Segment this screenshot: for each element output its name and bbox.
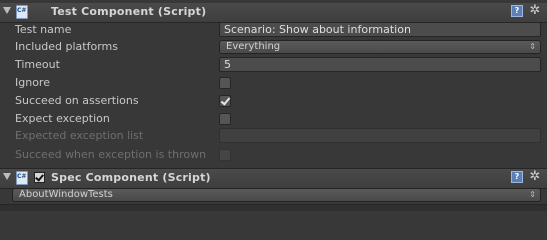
included-platforms-dropdown[interactable]: Everything ⇕ [219,40,541,54]
inspector-bottom-bar [0,204,547,211]
expected-exception-list-row: Expected exception list [0,127,547,145]
component-enabled-checkbox[interactable] [34,172,45,183]
help-icon[interactable]: ? [511,171,523,183]
dropdown-arrows-icon: ⇕ [529,190,536,199]
timeout-label: Timeout [15,58,60,71]
foldout-arrow-icon[interactable] [3,173,11,180]
expect-exception-checkbox[interactable] [219,113,231,125]
spec-selector-value: AboutWindowTests [19,189,113,200]
gear-icon[interactable]: ✲ [527,169,543,185]
help-icon[interactable]: ? [511,5,523,17]
succeed-on-assertions-row: Succeed on assertions [0,92,547,110]
succeed-on-assertions-label: Succeed on assertions [15,94,139,107]
spec-selector-dropdown[interactable]: AboutWindowTests ⇕ [12,188,541,202]
timeout-field[interactable]: 5 [219,57,541,72]
succeed-when-exception-thrown-checkbox [219,149,231,161]
succeed-when-exception-thrown-row: Succeed when exception is thrown [0,146,547,164]
expect-exception-row: Expect exception [0,110,547,128]
test-component-title: Test Component (Script) [51,5,207,18]
included-platforms-row: Included platforms Everything ⇕ [0,38,547,56]
test-component-header[interactable]: Test Component (Script) ? ✲ [0,3,547,23]
timeout-row: Timeout 5 [0,56,547,74]
ignore-row: Ignore [0,74,547,92]
expected-exception-list-label: Expected exception list [15,129,144,142]
csharp-script-icon [16,5,28,19]
expect-exception-label: Expect exception [15,112,110,125]
succeed-when-exception-thrown-label: Succeed when exception is thrown [15,148,207,161]
succeed-on-assertions-checkbox[interactable] [219,95,231,107]
test-name-row: Test name Scenario: Show about informati… [0,21,547,39]
foldout-arrow-icon[interactable] [3,7,11,14]
test-name-field[interactable]: Scenario: Show about information [219,22,541,37]
ignore-checkbox[interactable] [219,77,231,89]
test-name-label: Test name [15,23,72,36]
dropdown-arrows-icon: ⇕ [529,42,536,51]
expected-exception-list-field [219,128,541,143]
included-platforms-value: Everything [226,41,281,52]
csharp-script-icon [16,171,28,185]
gear-icon[interactable]: ✲ [527,3,543,19]
spec-component-title: Spec Component (Script) [51,171,211,184]
included-platforms-label: Included platforms [15,40,118,53]
spec-selector-row: AboutWindowTests ⇕ [0,186,547,204]
ignore-label: Ignore [15,76,50,89]
